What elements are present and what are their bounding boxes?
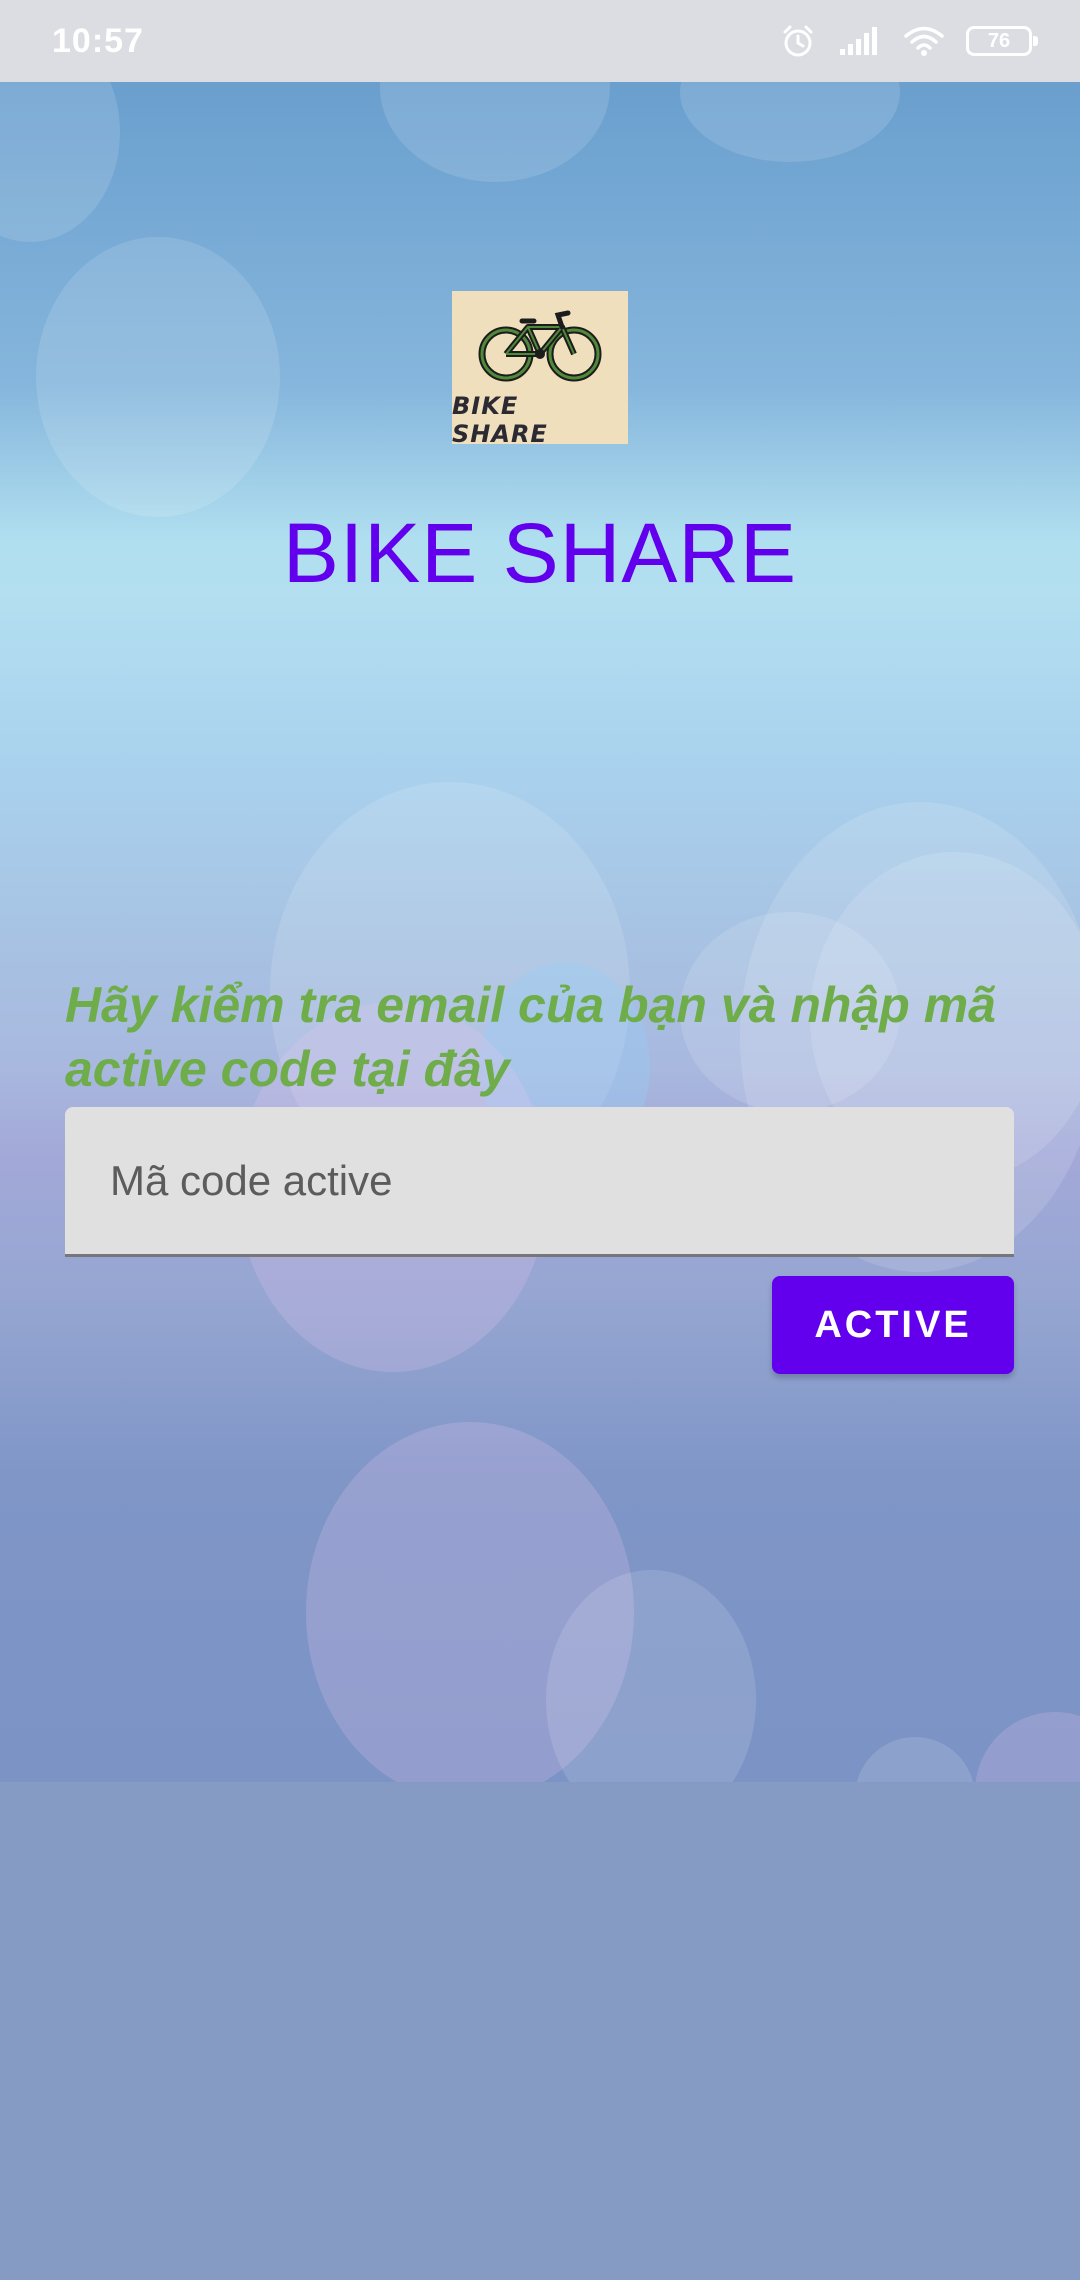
logo-text: BIKE SHARE <box>452 392 548 448</box>
empty-area <box>0 1782 1080 2280</box>
status-icons: 76 <box>780 23 1038 59</box>
active-code-input[interactable] <box>65 1107 1014 1257</box>
signal-icon <box>838 25 882 57</box>
alarm-icon <box>780 23 816 59</box>
bicycle-icon <box>476 309 604 388</box>
wifi-icon <box>904 25 944 57</box>
status-bar: 10:57 76 <box>0 0 1080 82</box>
app-logo: BIKE SHARE <box>452 291 628 448</box>
active-button[interactable]: ACTIVE <box>772 1276 1014 1374</box>
battery-icon: 76 <box>966 26 1038 56</box>
app-title: BIKE SHARE <box>282 506 798 600</box>
status-time: 10:57 <box>52 21 144 60</box>
battery-level: 76 <box>987 29 1011 52</box>
instruction-text: Hãy kiểm tra email của bạn và nhập mã ac… <box>65 977 996 1097</box>
